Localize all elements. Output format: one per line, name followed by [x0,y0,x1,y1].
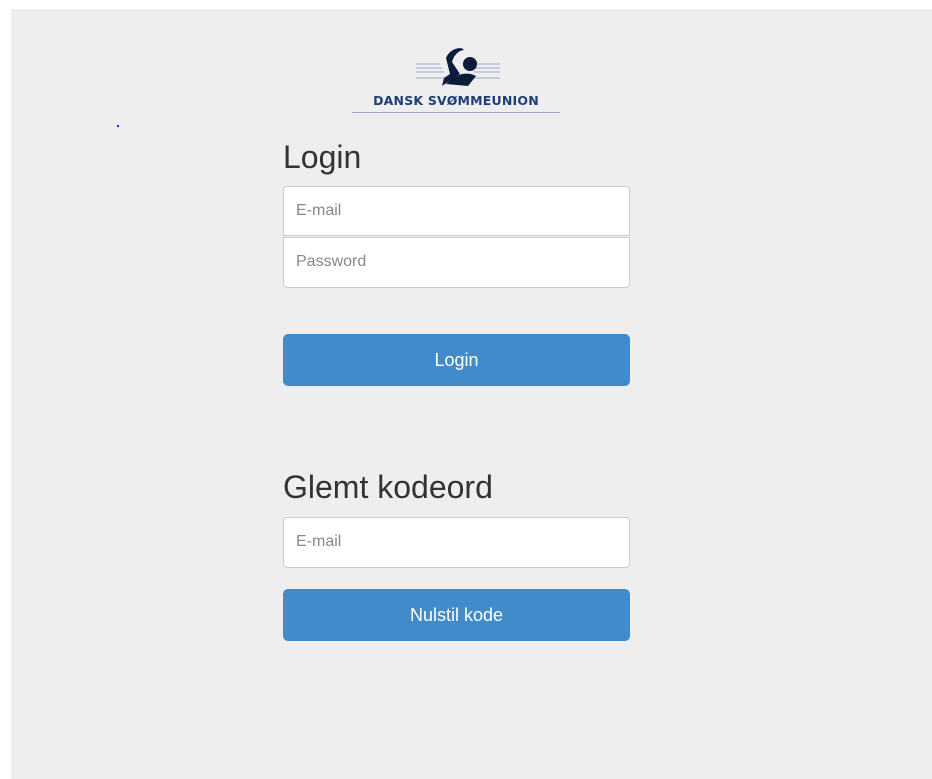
forgot-password-heading: Glemt kodeord [283,469,493,505]
logo-text: DANSK SVØMMEUNION [373,93,539,108]
dansk-svoemmeunion-logo: DANSK SVØMMEUNION [350,42,562,116]
login-password-field[interactable]: Password [283,237,630,288]
page-background [11,9,932,779]
login-email-placeholder: E-mail [296,202,342,219]
forgot-email-placeholder: E-mail [296,533,342,550]
reset-code-button[interactable]: Nulstil kode [283,589,630,641]
login-password-placeholder: Password [296,253,367,270]
swimmer-icon [416,48,500,86]
forgot-email-field[interactable]: E-mail [283,517,630,568]
login-email-field[interactable]: E-mail [283,186,630,236]
login-heading: Login [283,139,362,175]
stray-dot [117,125,119,127]
logo-underline [352,112,560,113]
login-button[interactable]: Login [283,334,630,386]
